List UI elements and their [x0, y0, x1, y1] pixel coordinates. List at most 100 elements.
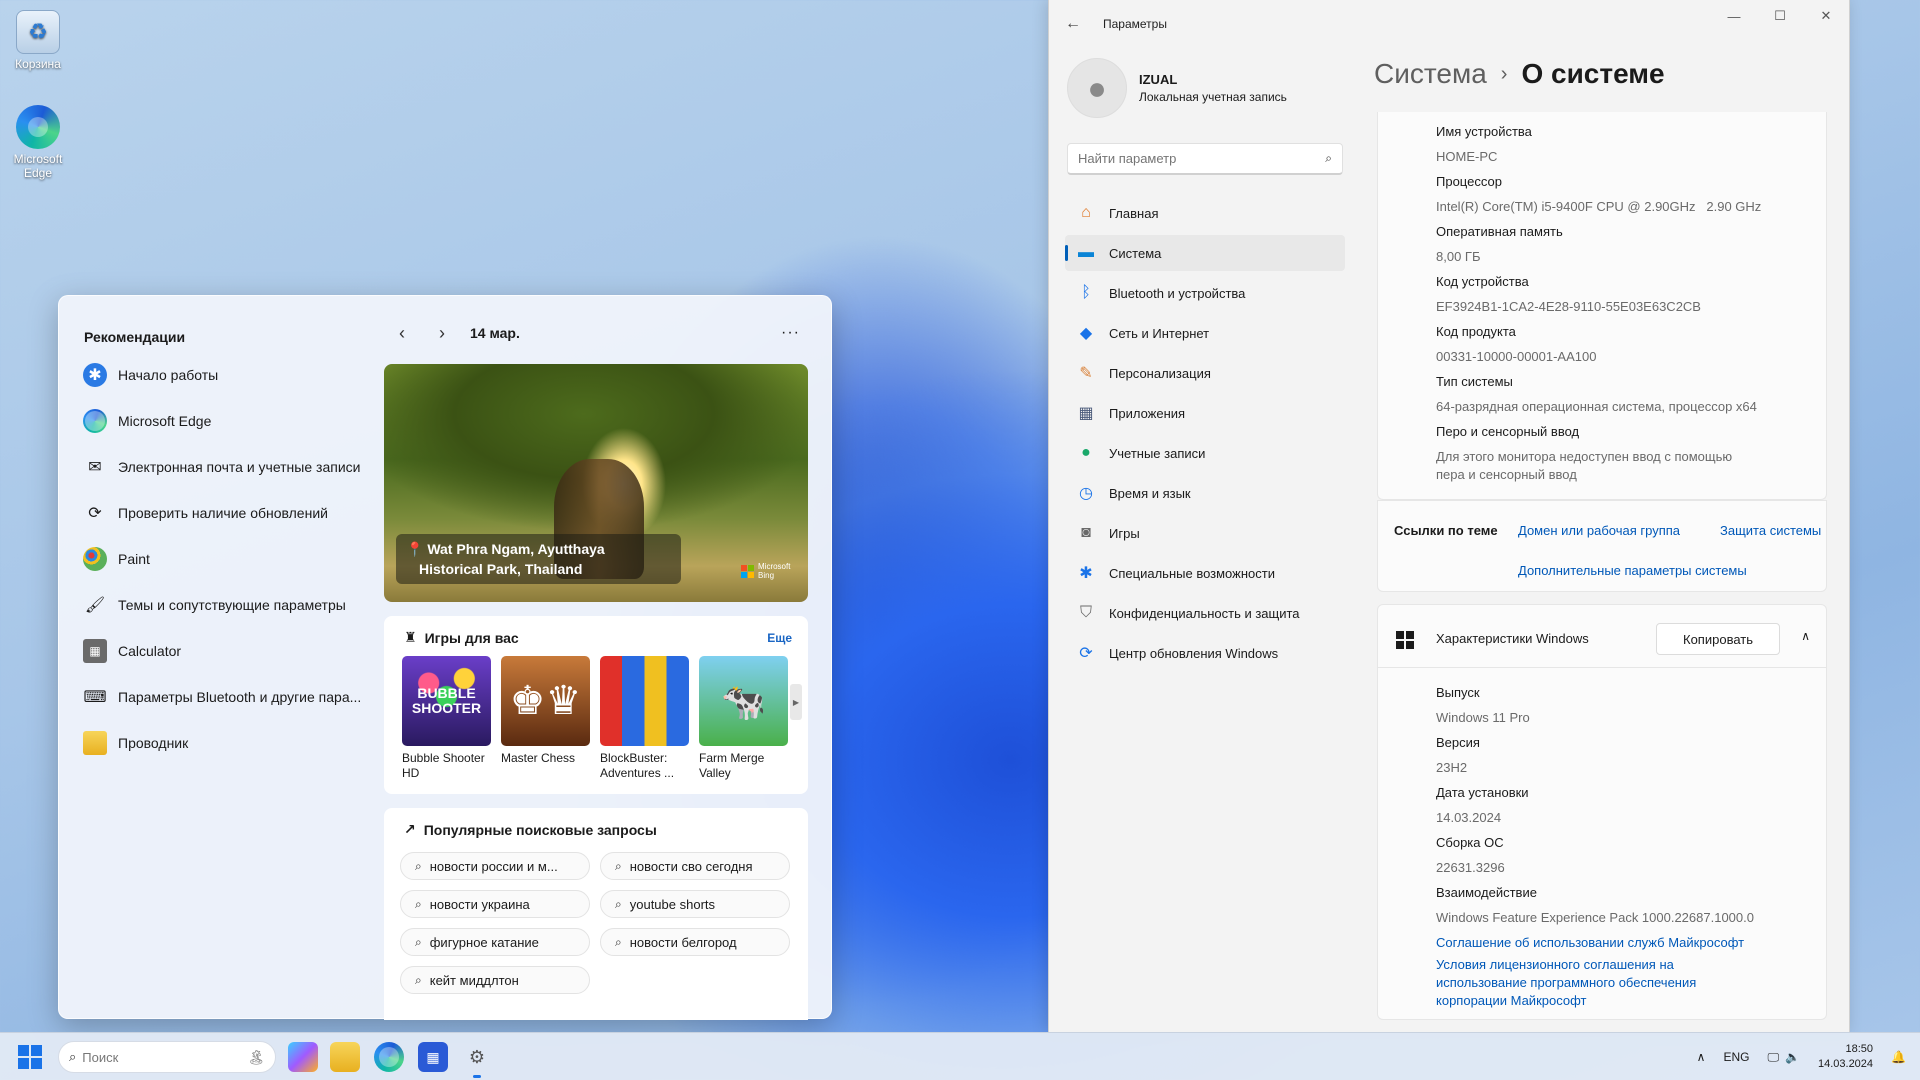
- chevron-right-icon[interactable]: ›: [422, 323, 462, 344]
- search-icon: ⌕: [615, 896, 622, 911]
- nav-item-accessibility[interactable]: ✱ Специальные возможности: [1065, 555, 1345, 591]
- chevron-left-icon[interactable]: ‹: [382, 323, 422, 344]
- volume-icon[interactable]: 🔈: [1785, 1050, 1800, 1064]
- search-pill[interactable]: ⌕ фигурное катание: [400, 928, 590, 956]
- license-terms-link-line3[interactable]: корпорации Майкрософт: [1436, 993, 1586, 1008]
- network-icon[interactable]: 🖵: [1767, 1050, 1779, 1065]
- spec-key: Оперативная память: [1436, 224, 1563, 239]
- nav-item-privacy[interactable]: ⛉ Конфиденциальность и защита: [1065, 595, 1345, 631]
- domain-workgroup-link[interactable]: Домен или рабочая группа: [1518, 523, 1680, 538]
- games-scroll-right-icon[interactable]: ▶: [790, 684, 802, 720]
- nav-item-apps[interactable]: ▦ Приложения: [1065, 395, 1345, 431]
- folder-icon: [83, 731, 107, 755]
- spec-key: Выпуск: [1436, 685, 1480, 700]
- rec-item-label: Электронная почта и учетные записи: [118, 459, 361, 475]
- spec-key: Перо и сенсорный ввод: [1436, 424, 1580, 439]
- windows-specs-title: Характеристики Windows: [1436, 631, 1589, 646]
- nav-item-accounts[interactable]: ● Учетные записи: [1065, 435, 1345, 471]
- apps-icon: ▦: [1078, 405, 1094, 422]
- game-item[interactable]: BlockBuster: Adventures ...: [600, 656, 689, 781]
- hero-image[interactable]: 📍 Wat Phra Ngam, Ayutthaya Historical Pa…: [384, 364, 808, 602]
- user-card[interactable]: ● IZUAL Локальная учетная запись: [1067, 58, 1287, 118]
- rec-item-themes[interactable]: 🖌 Темы и сопутствующие параметры: [83, 582, 383, 628]
- license-terms-link-line2[interactable]: использование программного обеспечения: [1436, 975, 1696, 990]
- search-pill[interactable]: ⌕ новости сво сегодня: [600, 852, 790, 880]
- minimize-icon[interactable]: —: [1711, 0, 1757, 32]
- nav-item-label: Конфиденциальность и защита: [1109, 605, 1300, 621]
- maximize-icon[interactable]: ☐: [1757, 0, 1803, 32]
- advanced-system-settings-link[interactable]: Дополнительные параметры системы: [1518, 563, 1747, 578]
- rec-item-label: Проверить наличие обновлений: [118, 505, 328, 521]
- rec-item-edge[interactable]: Microsoft Edge: [83, 398, 383, 444]
- rec-item-paint[interactable]: Paint: [83, 536, 383, 582]
- nav-item-network[interactable]: ◆ Сеть и Интернет: [1065, 315, 1345, 351]
- rec-item-mail[interactable]: ✉ Электронная почта и учетные записи: [83, 444, 383, 490]
- notifications-bell-icon[interactable]: 🔔: [1891, 1050, 1906, 1064]
- system-protection-link[interactable]: Защита системы: [1720, 523, 1821, 538]
- rec-item-calculator[interactable]: ▦ Calculator: [83, 628, 383, 674]
- taskbar-search[interactable]: ⌕ Поиск 🏝: [58, 1041, 276, 1073]
- nav-item-gaming[interactable]: ◙ Игры: [1065, 515, 1345, 551]
- rec-item-bluetooth[interactable]: ⌨ Параметры Bluetooth и другие пара...: [83, 674, 383, 720]
- paint-icon: [83, 547, 107, 571]
- clock[interactable]: 18:50 14.03.2024: [1818, 1042, 1873, 1072]
- settings-search[interactable]: ⌕: [1067, 143, 1343, 175]
- desktop-icon-edge[interactable]: Microsoft Edge: [0, 105, 76, 180]
- flyout-date: 14 мар.: [470, 325, 520, 341]
- search-pill[interactable]: ⌕ новости россии и м...: [400, 852, 590, 880]
- search-pill[interactable]: ⌕ новости украина: [400, 890, 590, 918]
- settings-window: ← Параметры — ☐ ✕ ● IZUAL Локальная учет…: [1048, 0, 1850, 1032]
- copy-button[interactable]: Копировать: [1656, 623, 1780, 655]
- ms-services-agreement-link[interactable]: Соглашение об использовании служб Майкро…: [1436, 935, 1744, 950]
- file-explorer-icon[interactable]: [330, 1042, 360, 1072]
- search-pill[interactable]: ⌕ кейт миддлтон: [400, 966, 590, 994]
- game-item[interactable]: ♚♛ Master Chess: [501, 656, 590, 781]
- user-name: IZUAL: [1139, 72, 1178, 87]
- settings-search-input[interactable]: [1078, 151, 1326, 166]
- settings-gear-icon[interactable]: ⚙: [462, 1042, 492, 1078]
- back-arrow-icon[interactable]: ←: [1065, 15, 1095, 33]
- nav-item-label: Сеть и Интернет: [1109, 325, 1210, 341]
- nav-item-personalization[interactable]: ✎ Персонализация: [1065, 355, 1345, 391]
- nav-item-label: Bluetooth и устройства: [1109, 285, 1246, 301]
- games-more-link[interactable]: Еще: [767, 631, 792, 645]
- copilot-icon[interactable]: [288, 1042, 318, 1072]
- game-item[interactable]: 🐄 Farm Merge Valley: [699, 656, 788, 781]
- game-item[interactable]: BUBBLE SHOOTER Bubble Shooter HD: [402, 656, 491, 781]
- rec-item-explorer[interactable]: Проводник: [83, 720, 383, 766]
- license-terms-link-line1[interactable]: Условия лицензионного соглашения на: [1436, 957, 1674, 972]
- nav-item-home[interactable]: ⌂ Главная: [1065, 195, 1345, 231]
- input-language[interactable]: ENG: [1723, 1050, 1749, 1064]
- rec-item-updates[interactable]: ⟳ Проверить наличие обновлений: [83, 490, 383, 536]
- breadcrumb-parent[interactable]: Система: [1374, 58, 1487, 90]
- spec-value: Windows 11 Pro: [1436, 710, 1530, 725]
- hero-caption[interactable]: 📍 Wat Phra Ngam, Ayutthaya Historical Pa…: [396, 534, 681, 584]
- related-links-panel: Ссылки по теме Домен или рабочая группа …: [1377, 500, 1827, 592]
- store-icon[interactable]: ▦: [418, 1042, 448, 1072]
- rec-item-label: Проводник: [118, 735, 189, 751]
- desktop-icon-recycle-bin[interactable]: ♻ Корзина: [0, 10, 76, 71]
- search-pill[interactable]: ⌕ youtube shorts: [600, 890, 790, 918]
- nav-item-bluetooth[interactable]: ᛒ Bluetooth и устройства: [1065, 275, 1345, 311]
- popular-searches-card: ↗ Популярные поисковые запросы ⌕ новости …: [384, 808, 808, 1020]
- spec-value: 23H2: [1436, 760, 1468, 775]
- search-pill[interactable]: ⌕ новости белгород: [600, 928, 790, 956]
- spec-value: 22631.3296: [1436, 860, 1505, 875]
- nav-item-time-language[interactable]: ◷ Время и язык: [1065, 475, 1345, 511]
- edge-icon[interactable]: [374, 1042, 404, 1072]
- sync-icon: ⟳: [88, 505, 102, 522]
- taskbar: ⌕ Поиск 🏝 ▦ ⚙ ∧ ENG 🖵 🔈 18:50 14.03.2024…: [0, 1032, 1920, 1080]
- chevron-up-icon[interactable]: ∧: [1801, 629, 1810, 643]
- nav-item-label: Главная: [1109, 205, 1159, 221]
- start-button[interactable]: [18, 1045, 42, 1069]
- nav-item-windows-update[interactable]: ⟳ Центр обновления Windows: [1065, 635, 1345, 671]
- nav-item-system[interactable]: ▬ Система: [1065, 235, 1345, 271]
- close-icon[interactable]: ✕: [1803, 0, 1849, 32]
- game-thumb: 🐄: [699, 656, 788, 746]
- search-icon: ⌕: [615, 934, 622, 949]
- chevron-up-icon[interactable]: ∧: [1697, 1050, 1706, 1064]
- window-controls: — ☐ ✕: [1711, 0, 1849, 32]
- microsoft-logo-icon: [741, 564, 754, 578]
- rec-item-get-started[interactable]: ✱ Начало работы: [83, 352, 383, 398]
- more-icon[interactable]: ···: [781, 324, 800, 342]
